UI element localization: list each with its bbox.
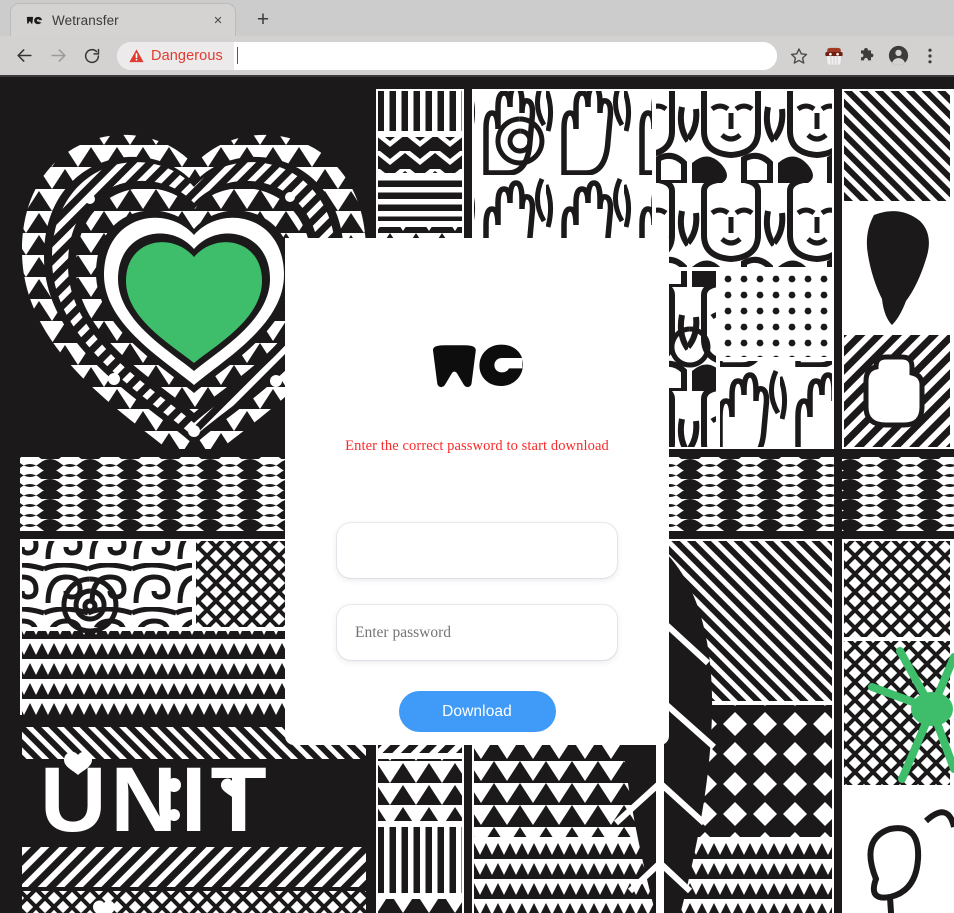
status-badge[interactable]: Dangerous bbox=[117, 41, 234, 70]
tab-title: Wetransfer bbox=[52, 12, 119, 28]
text-caret bbox=[236, 47, 238, 64]
password-input[interactable] bbox=[337, 605, 617, 660]
new-tab-button[interactable]: + bbox=[248, 4, 278, 34]
back-arrow-icon[interactable] bbox=[9, 41, 39, 71]
star-icon[interactable] bbox=[785, 42, 813, 70]
address-bar[interactable]: Dangerous bbox=[117, 41, 777, 70]
reload-icon[interactable] bbox=[77, 41, 107, 71]
puzzle-piece-icon[interactable] bbox=[851, 41, 881, 71]
browser-tab-wetransfer[interactable]: Wetransfer × bbox=[10, 3, 236, 36]
incognito-mask-icon[interactable] bbox=[819, 41, 849, 71]
wetransfer-logo-icon bbox=[429, 338, 525, 394]
tab-strip: Wetransfer × + bbox=[0, 0, 954, 36]
password-modal: Enter the correct password to start down… bbox=[285, 238, 669, 745]
we-logo-icon bbox=[25, 12, 43, 28]
download-button[interactable]: Download bbox=[398, 691, 556, 732]
browser-window: Wetransfer × + Dangerous UNIT Enter the … bbox=[0, 0, 954, 913]
browser-toolbar: Dangerous bbox=[0, 36, 954, 77]
danger-label: Dangerous bbox=[151, 47, 223, 64]
forward-arrow-icon bbox=[43, 41, 73, 71]
error-message: Enter the correct password to start down… bbox=[345, 438, 609, 454]
close-icon[interactable]: × bbox=[209, 11, 227, 29]
account-avatar-icon[interactable] bbox=[883, 41, 913, 71]
page-viewport: UNIT Enter the correct password to start… bbox=[0, 79, 954, 913]
three-dot-menu-icon[interactable] bbox=[915, 41, 945, 71]
warning-triangle-icon bbox=[129, 48, 144, 63]
username-input[interactable] bbox=[337, 523, 617, 578]
url-input[interactable] bbox=[233, 41, 777, 70]
